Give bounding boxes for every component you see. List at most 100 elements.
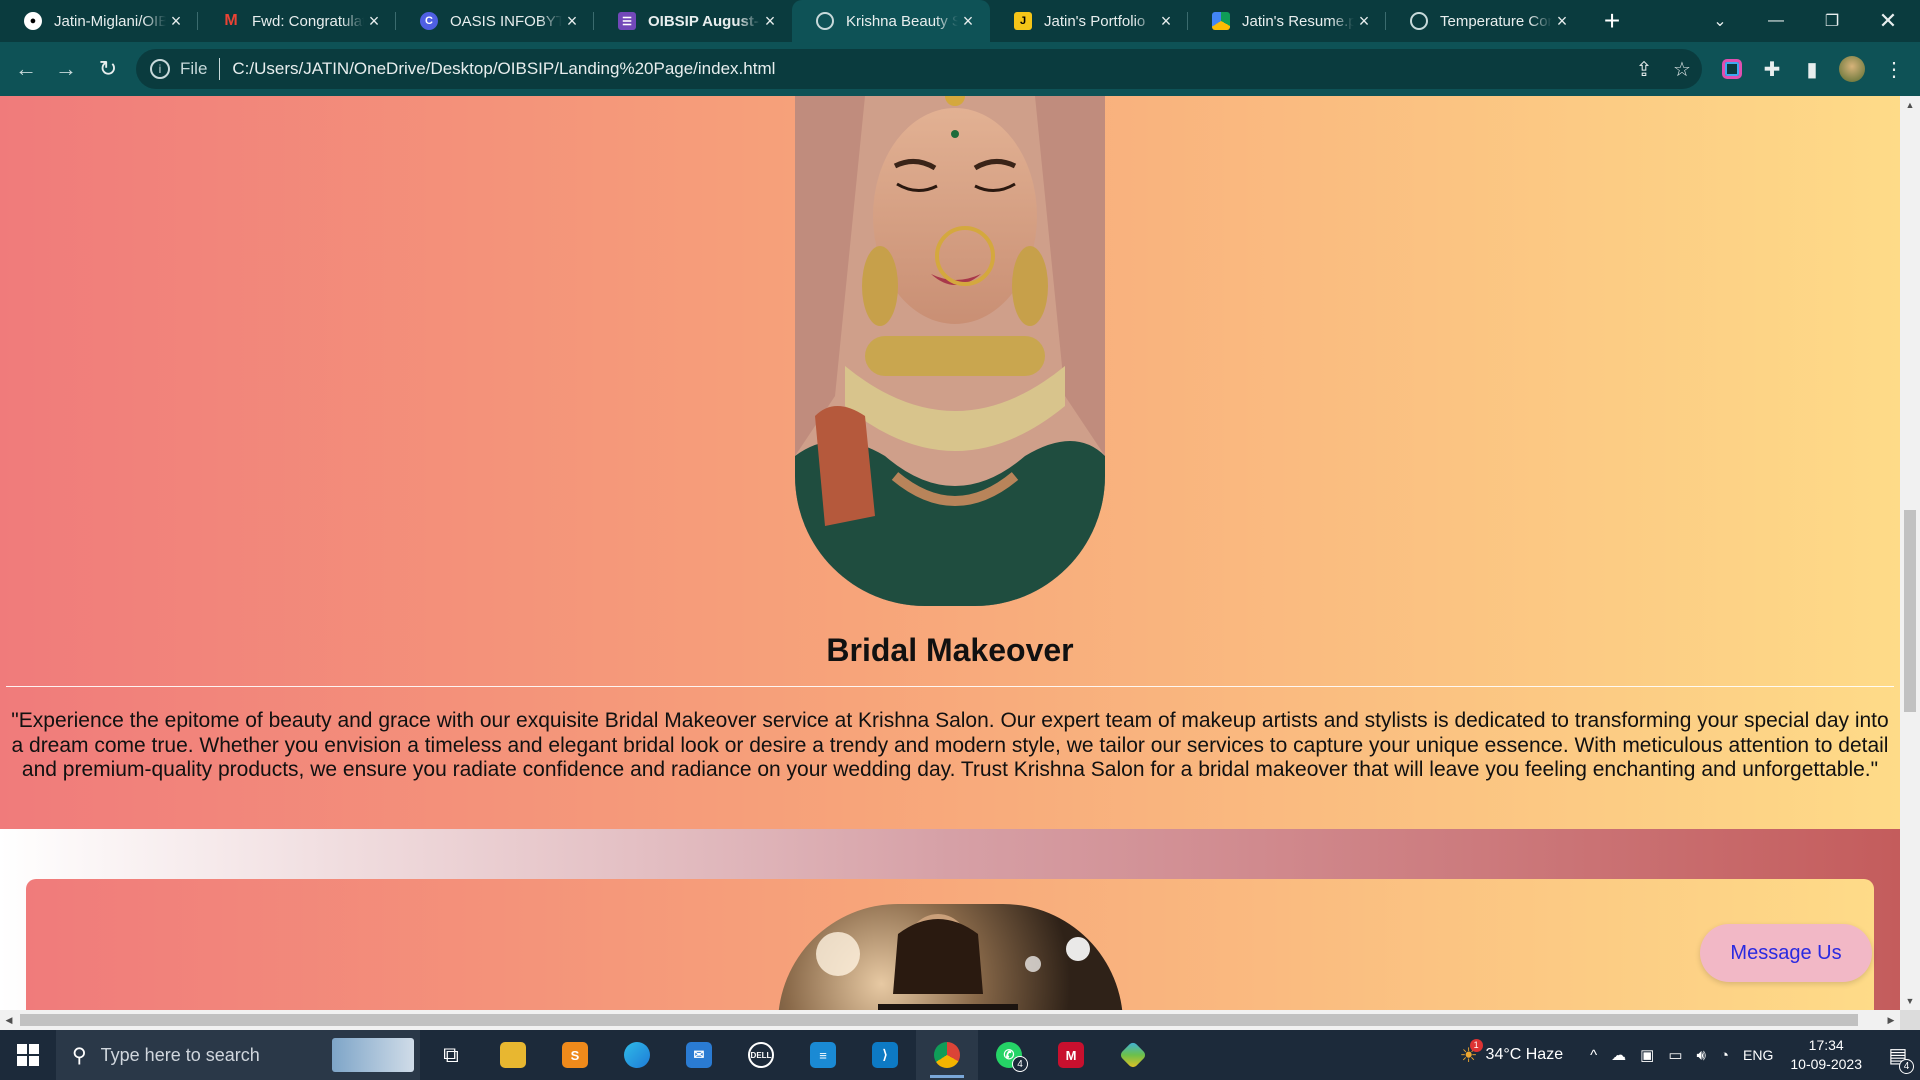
service-image bbox=[778, 904, 1123, 1010]
reload-button[interactable]: ↻ bbox=[88, 49, 128, 89]
clock-date: 10-09-2023 bbox=[1790, 1056, 1862, 1072]
tab-title: OASIS INFOBYTE bbox=[450, 12, 562, 30]
extension-color-icon[interactable] bbox=[1718, 55, 1746, 83]
browser-tab[interactable]: C OASIS INFOBYTE × bbox=[396, 0, 594, 42]
profile-avatar[interactable] bbox=[1838, 55, 1866, 83]
browser-menu-icon[interactable]: ⋮ bbox=[1880, 55, 1908, 83]
scroll-down-arrow-icon[interactable]: ▼ bbox=[1900, 992, 1920, 1010]
close-tab-icon[interactable]: × bbox=[958, 11, 978, 32]
scroll-left-arrow-icon[interactable]: ◀ bbox=[0, 1010, 18, 1030]
show-hidden-icons-chevron-icon[interactable]: ^ bbox=[1590, 1047, 1597, 1064]
tab-title: OIBSIP August- P bbox=[648, 12, 760, 30]
globe-icon bbox=[1410, 12, 1428, 30]
close-tab-icon[interactable]: × bbox=[1156, 11, 1176, 32]
globe-icon bbox=[816, 12, 834, 30]
clock-time: 17:34 bbox=[1808, 1037, 1844, 1053]
restore-button[interactable]: ❐ bbox=[1804, 0, 1860, 42]
browser-tab-active[interactable]: Krishna Beauty Sa × bbox=[792, 0, 990, 42]
close-tab-icon[interactable]: × bbox=[1354, 11, 1374, 32]
dell-icon[interactable]: DELL bbox=[730, 1030, 792, 1080]
taskbar-search-box[interactable]: ⚲ Type here to search bbox=[56, 1030, 420, 1080]
horizontal-scroll-thumb[interactable] bbox=[20, 1014, 1858, 1026]
scroll-up-arrow-icon[interactable]: ▲ bbox=[1900, 96, 1920, 114]
weather-text[interactable]: 34°C Haze bbox=[1486, 1046, 1564, 1064]
horizontal-scrollbar[interactable]: ◀ ▶ bbox=[0, 1010, 1900, 1030]
wifi-icon[interactable]: ◔ bbox=[1720, 1047, 1729, 1064]
close-tab-icon[interactable]: × bbox=[364, 11, 384, 32]
language-indicator[interactable]: ENG bbox=[1743, 1047, 1773, 1063]
url-text[interactable]: C:/Users/JATIN/OneDrive/Desktop/OIBSIP/L… bbox=[232, 59, 775, 79]
next-service-section bbox=[0, 829, 1900, 1010]
minimize-button[interactable]: — bbox=[1748, 0, 1804, 42]
bridal-makeover-image bbox=[795, 96, 1105, 606]
whatsapp-badge: 4 bbox=[1012, 1056, 1028, 1072]
forms-icon: ☰ bbox=[618, 12, 636, 30]
message-us-button[interactable]: Message Us bbox=[1700, 924, 1872, 982]
whatsapp-icon[interactable]: ✆ 4 bbox=[978, 1030, 1040, 1080]
service-card bbox=[26, 879, 1874, 1010]
device-icon[interactable]: ▣ bbox=[1640, 1046, 1654, 1064]
notification-count: 4 bbox=[1899, 1058, 1914, 1074]
close-tab-icon[interactable]: × bbox=[562, 11, 582, 32]
browser-tab[interactable]: J Jatin's Portfolio × bbox=[990, 0, 1188, 42]
site-info-icon[interactable]: i bbox=[150, 59, 170, 79]
start-button[interactable] bbox=[0, 1030, 56, 1080]
tab-title: Temperature Con bbox=[1440, 12, 1552, 30]
tab-title: Jatin-Miglani/OIB bbox=[54, 12, 166, 30]
mail-icon[interactable]: ✉ bbox=[668, 1030, 730, 1080]
clock[interactable]: 17:34 10-09-2023 bbox=[1790, 1036, 1862, 1074]
browser-tab[interactable]: ● Jatin-Miglani/OIB × bbox=[0, 0, 198, 42]
vscode-icon[interactable]: ⟩ bbox=[854, 1030, 916, 1080]
tab-search-chevron-icon[interactable]: ⌄ bbox=[1692, 0, 1748, 42]
share-icon[interactable]: ⇪ bbox=[1630, 55, 1658, 83]
github-icon: ● bbox=[24, 12, 42, 30]
bookmark-star-icon[interactable]: ☆ bbox=[1668, 55, 1696, 83]
mcafee-icon[interactable]: M bbox=[1040, 1030, 1102, 1080]
browser-tab[interactable]: Temperature Con × bbox=[1386, 0, 1584, 42]
back-button[interactable]: ← bbox=[6, 49, 46, 89]
gmail-icon: M bbox=[224, 12, 238, 29]
browser-tab[interactable]: Jatin's Resume.pd × bbox=[1188, 0, 1386, 42]
battery-icon[interactable]: ▭ bbox=[1668, 1046, 1682, 1064]
url-scheme: File bbox=[180, 59, 208, 78]
vertical-scroll-thumb[interactable] bbox=[1904, 510, 1916, 712]
notification-center-icon[interactable]: ▤ 4 bbox=[1876, 1043, 1920, 1074]
sublime-text-icon[interactable]: S bbox=[544, 1030, 606, 1080]
vertical-scrollbar[interactable]: ▲ ▼ bbox=[1900, 96, 1920, 1010]
tab-title: Fwd: Congratulati bbox=[252, 12, 364, 30]
system-tray: ☀ 1 34°C Haze ^ ☁ ▣ ▭ 🔊︎ ◔ ENG 17:34 10-0… bbox=[1460, 1030, 1920, 1080]
forward-button[interactable]: → bbox=[46, 49, 86, 89]
file-explorer-icon[interactable] bbox=[482, 1030, 544, 1080]
tab-title: Jatin's Portfolio bbox=[1044, 12, 1146, 30]
tab-strip: ● Jatin-Miglani/OIB × M Fwd: Congratulat… bbox=[0, 0, 1920, 42]
onedrive-cloud-icon[interactable]: ☁ bbox=[1611, 1046, 1626, 1064]
close-window-button[interactable]: ✕ bbox=[1860, 0, 1916, 42]
edge-icon[interactable] bbox=[606, 1030, 668, 1080]
notes-app-icon[interactable]: ≡ bbox=[792, 1030, 854, 1080]
volume-icon[interactable]: 🔊︎ bbox=[1697, 1047, 1706, 1064]
section-title: Bridal Makeover bbox=[826, 632, 1074, 668]
scroll-right-arrow-icon[interactable]: ▶ bbox=[1882, 1010, 1900, 1030]
section-description: "Experience the epitome of beauty and gr… bbox=[11, 709, 1889, 781]
side-panel-icon[interactable]: ▮ bbox=[1798, 55, 1826, 83]
portfolio-icon: J bbox=[1014, 12, 1032, 30]
search-icon: ⚲ bbox=[72, 1044, 87, 1067]
close-tab-icon[interactable]: × bbox=[760, 11, 780, 32]
weather-icon[interactable]: ☀ 1 bbox=[1460, 1038, 1483, 1068]
tab-title: Jatin's Resume.pd bbox=[1242, 12, 1354, 30]
browser-tab[interactable]: ☰ OIBSIP August- P × bbox=[594, 0, 792, 42]
extensions-puzzle-icon[interactable]: ✚ bbox=[1758, 55, 1786, 83]
drive-icon bbox=[1212, 12, 1230, 30]
browser-tab[interactable]: M Fwd: Congratulati × bbox=[198, 0, 396, 42]
git-icon[interactable] bbox=[1102, 1030, 1164, 1080]
address-bar[interactable]: i File C:/Users/JATIN/OneDrive/Desktop/O… bbox=[136, 49, 1702, 89]
page-viewport: Bridal Makeover "Experience the epitome … bbox=[0, 96, 1900, 1010]
section-divider bbox=[6, 686, 1894, 687]
close-tab-icon[interactable]: × bbox=[1552, 11, 1572, 32]
chrome-icon[interactable] bbox=[916, 1030, 978, 1080]
new-tab-button[interactable]: + bbox=[1592, 0, 1632, 42]
task-view-icon[interactable]: ⧉ bbox=[420, 1030, 482, 1080]
close-tab-icon[interactable]: × bbox=[166, 11, 186, 32]
canva-icon: C bbox=[420, 12, 438, 30]
browser-toolbar: ← → ↻ i File C:/Users/JATIN/OneDrive/Des… bbox=[0, 42, 1920, 96]
